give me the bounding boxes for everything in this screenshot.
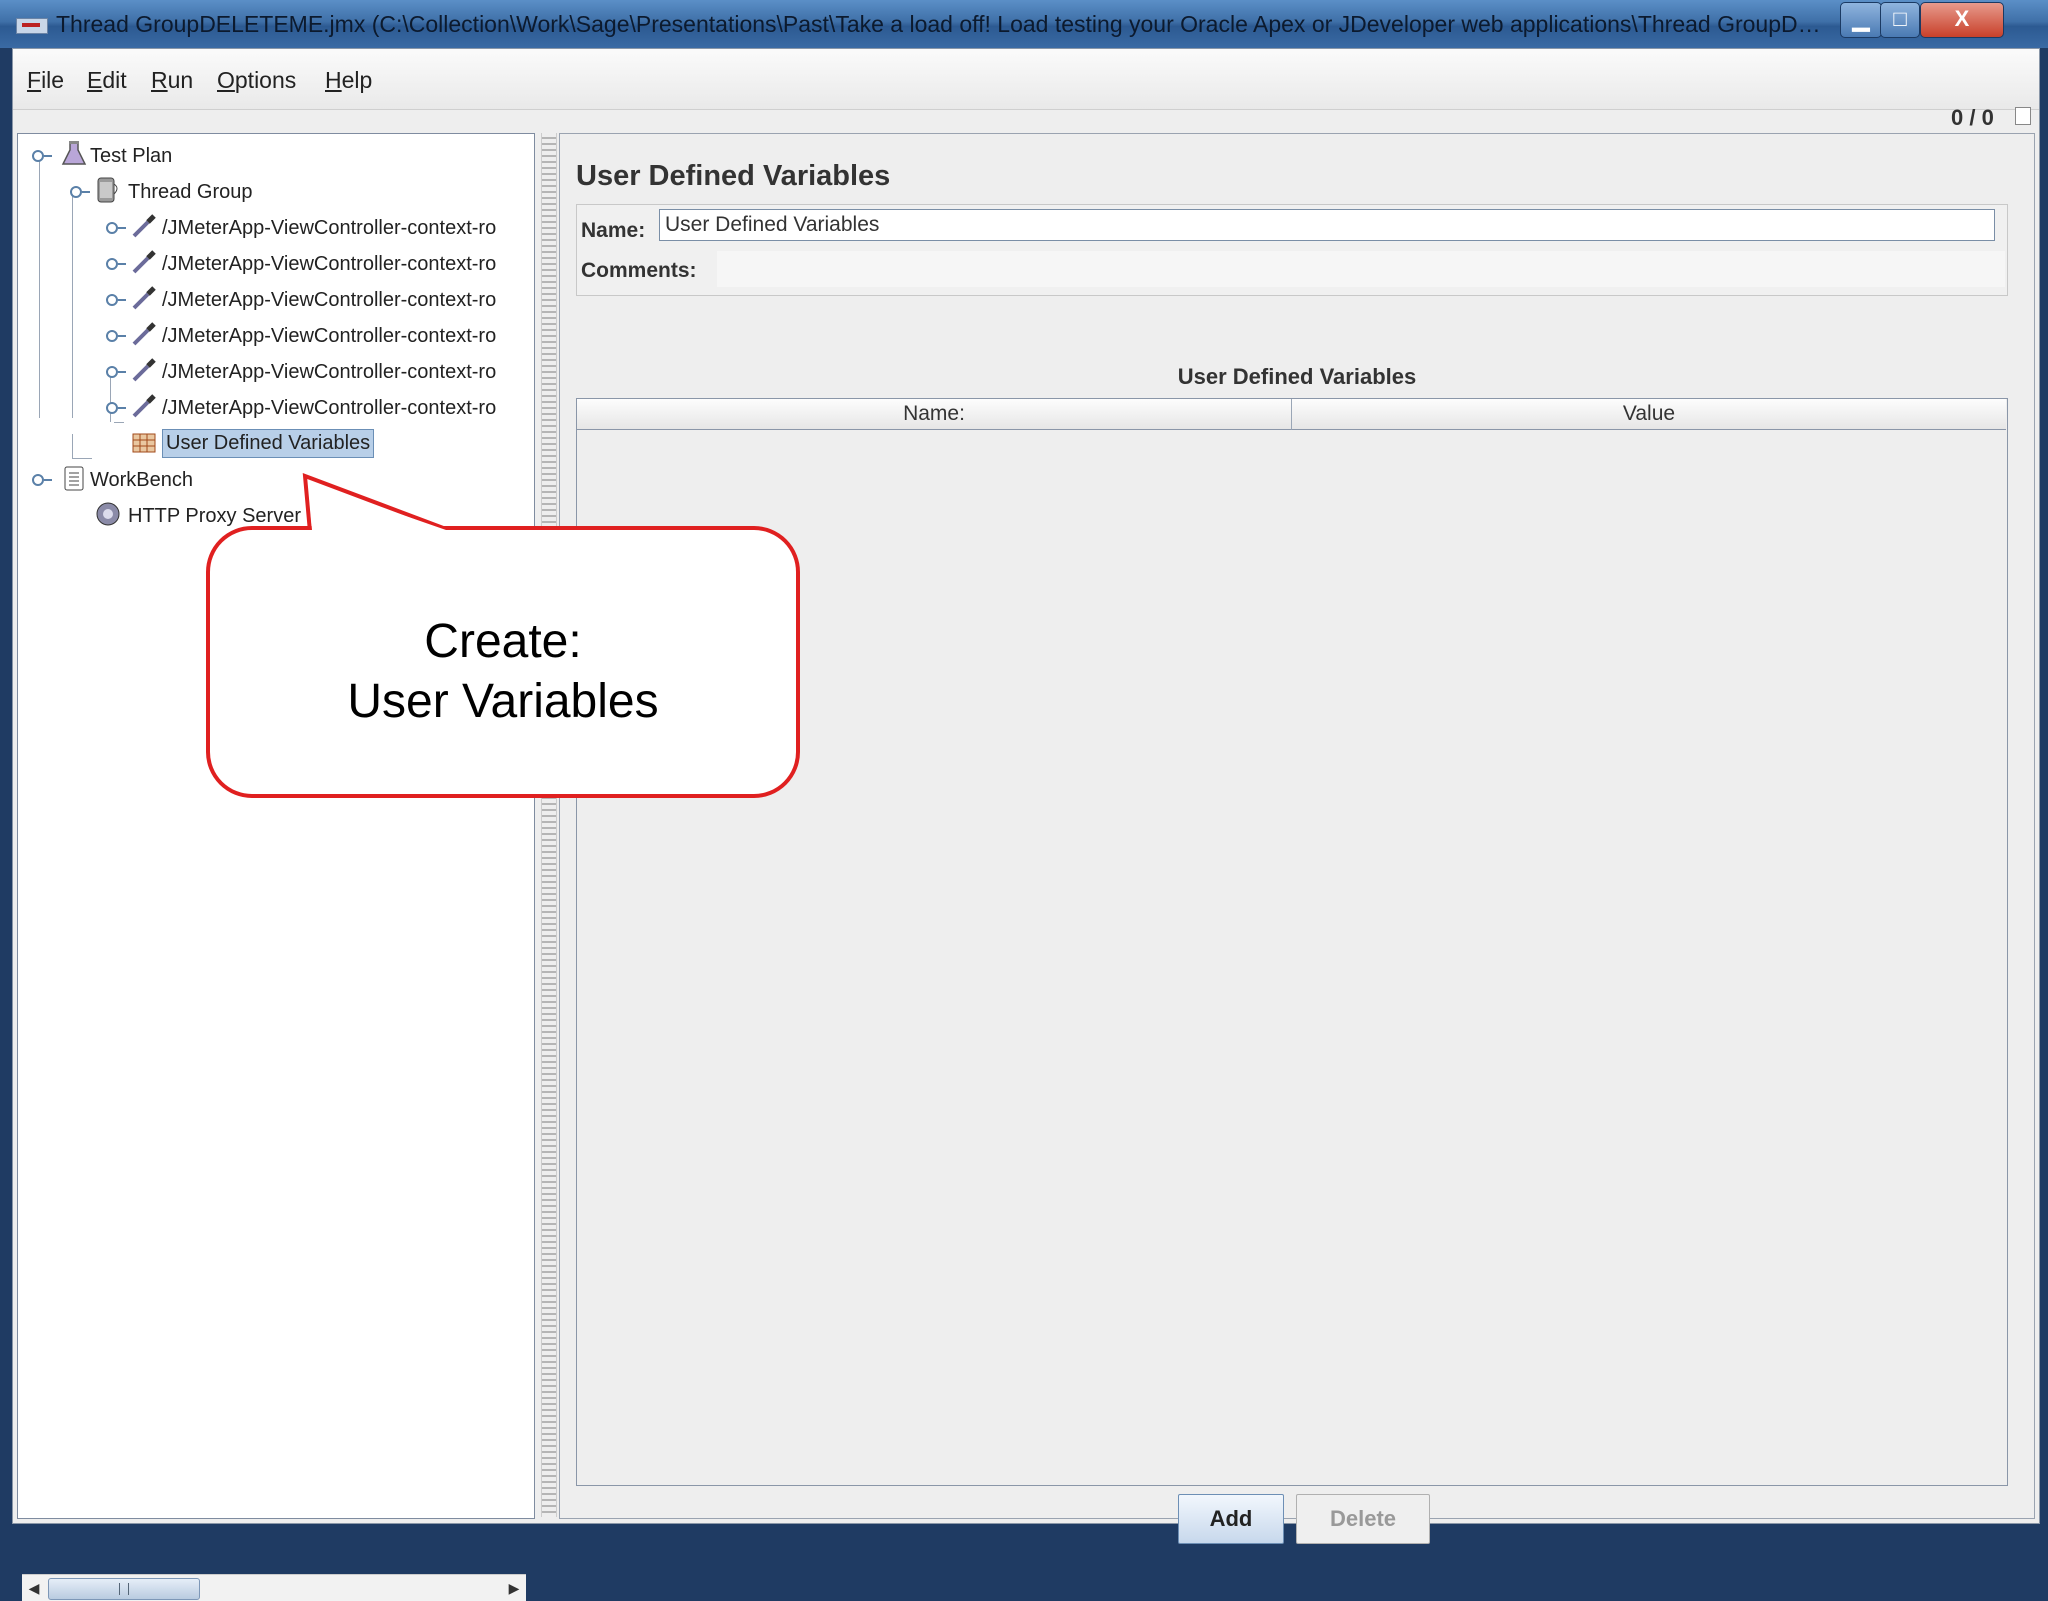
config-panel: User Defined Variables Name: Comments: U… bbox=[559, 133, 2035, 1544]
callout-line: Create: bbox=[424, 615, 582, 668]
tree-node-test-plan[interactable]: Test Plan bbox=[28, 140, 328, 172]
tree-line bbox=[72, 434, 73, 458]
tree-line bbox=[72, 192, 73, 418]
pipette-icon bbox=[132, 250, 156, 274]
minimize-button[interactable]: ▁ bbox=[1840, 2, 1882, 38]
tree-node-label: /JMeterApp-ViewController-context-ro bbox=[162, 397, 497, 419]
tree-node-label: Test Plan bbox=[90, 145, 173, 167]
flask-icon bbox=[61, 141, 87, 165]
tree-node-label: /JMeterApp-ViewController-context-ro bbox=[162, 217, 497, 239]
add-button[interactable]: Add bbox=[1178, 1494, 1284, 1544]
tree-node-user-defined-variables[interactable]: User Defined Variables bbox=[106, 428, 526, 460]
tree-node-label: User Defined Variables bbox=[162, 429, 375, 458]
close-button[interactable]: X bbox=[1920, 2, 2004, 38]
menu-bar: File Edit Run Options Help bbox=[13, 49, 2039, 110]
callout-bubble: Create: User Variables bbox=[206, 526, 800, 798]
pipette-icon bbox=[132, 358, 156, 382]
column-header-name[interactable]: Name: bbox=[577, 399, 1292, 430]
tree-node-label: WorkBench bbox=[90, 469, 194, 491]
title-bar: Thread GroupDELETEME.jmx (C:\Collection\… bbox=[0, 0, 2048, 48]
tree-node-workbench[interactable]: WorkBench bbox=[28, 464, 328, 496]
menu-edit[interactable]: Edit bbox=[87, 67, 127, 94]
clipboard-icon bbox=[64, 466, 84, 491]
tree-node-http-sampler[interactable]: /JMeterApp-ViewController-context-ro bbox=[106, 248, 526, 280]
test-plan-tree[interactable]: Test Plan Thread Group /JMeterApp-ViewCo… bbox=[17, 133, 535, 1601]
grip-icon bbox=[119, 1583, 129, 1595]
expand-toggle-icon[interactable] bbox=[32, 150, 52, 162]
tree-line bbox=[39, 156, 40, 418]
tree-node-label: Thread Group bbox=[128, 181, 253, 203]
proxy-dial-icon bbox=[96, 502, 120, 526]
tree-node-http-sampler[interactable]: /JMeterApp-ViewController-context-ro bbox=[106, 212, 526, 244]
callout-text: Create: User Variables bbox=[210, 612, 796, 732]
tree-node-label: /JMeterApp-ViewController-context-ro bbox=[162, 361, 497, 383]
comments-field[interactable] bbox=[717, 251, 2005, 287]
column-header-value[interactable]: Value bbox=[1292, 399, 2006, 430]
horizontal-scrollbar[interactable]: ◀ ▶ bbox=[22, 1574, 526, 1601]
tree-node-http-sampler[interactable]: /JMeterApp-ViewController-context-ro bbox=[106, 320, 526, 352]
expand-toggle-icon[interactable] bbox=[70, 186, 90, 198]
expand-toggle-icon[interactable] bbox=[106, 294, 126, 306]
spool-icon bbox=[97, 177, 118, 203]
name-comments-section: Name: Comments: bbox=[576, 204, 2008, 296]
expand-toggle-icon[interactable] bbox=[106, 330, 126, 342]
window-title: Thread GroupDELETEME.jmx (C:\Collection\… bbox=[56, 11, 1826, 37]
expand-toggle-icon[interactable] bbox=[106, 402, 126, 414]
scroll-right-icon[interactable]: ▶ bbox=[502, 1575, 526, 1601]
delete-button[interactable]: Delete bbox=[1296, 1494, 1430, 1544]
pipette-icon bbox=[132, 394, 156, 418]
tree-node-label: HTTP Proxy Server bbox=[128, 505, 301, 527]
tree-node-http-sampler[interactable]: /JMeterApp-ViewController-context-ro bbox=[106, 284, 526, 316]
expand-toggle-icon[interactable] bbox=[32, 474, 52, 486]
tree-node-http-sampler[interactable]: /JMeterApp-ViewController-context-ro bbox=[106, 392, 526, 424]
pane-splitter[interactable] bbox=[541, 133, 557, 1517]
pipette-icon bbox=[132, 322, 156, 346]
tree-node-label: /JMeterApp-ViewController-context-ro bbox=[162, 325, 497, 347]
pipette-icon bbox=[132, 286, 156, 310]
page-title: User Defined Variables bbox=[576, 160, 891, 192]
tree-node-label: /JMeterApp-ViewController-context-ro bbox=[162, 289, 497, 311]
menu-file[interactable]: File bbox=[27, 67, 64, 94]
scroll-left-icon[interactable]: ◀ bbox=[22, 1575, 46, 1601]
status-indicator-icon bbox=[2015, 107, 2031, 125]
expand-toggle-icon[interactable] bbox=[106, 222, 126, 234]
tree-line bbox=[72, 458, 92, 459]
menu-help[interactable]: Help bbox=[325, 67, 372, 94]
tree-node-label: /JMeterApp-ViewController-context-ro bbox=[162, 253, 497, 275]
tree-node-thread-group[interactable]: Thread Group bbox=[66, 176, 366, 208]
expand-toggle-icon[interactable] bbox=[106, 366, 126, 378]
menu-run[interactable]: Run bbox=[151, 67, 193, 94]
active-threads-counter: 0 / 0 bbox=[1951, 105, 1994, 130]
tree-node-http-sampler[interactable]: /JMeterApp-ViewController-context-ro bbox=[106, 356, 526, 388]
pipette-icon bbox=[132, 214, 156, 238]
table-caption: User Defined Variables bbox=[1177, 364, 1417, 389]
comments-label: Comments: bbox=[581, 259, 697, 282]
scroll-thumb[interactable] bbox=[48, 1578, 200, 1600]
variables-table-icon bbox=[132, 433, 156, 453]
name-label: Name: bbox=[581, 219, 646, 242]
maximize-button[interactable]: □ bbox=[1880, 2, 1920, 38]
name-field[interactable] bbox=[659, 209, 1995, 241]
java-app-icon bbox=[16, 18, 48, 34]
expand-toggle-icon[interactable] bbox=[106, 258, 126, 270]
menu-options[interactable]: Options bbox=[217, 67, 296, 94]
callout-line: User Variables bbox=[347, 675, 659, 728]
